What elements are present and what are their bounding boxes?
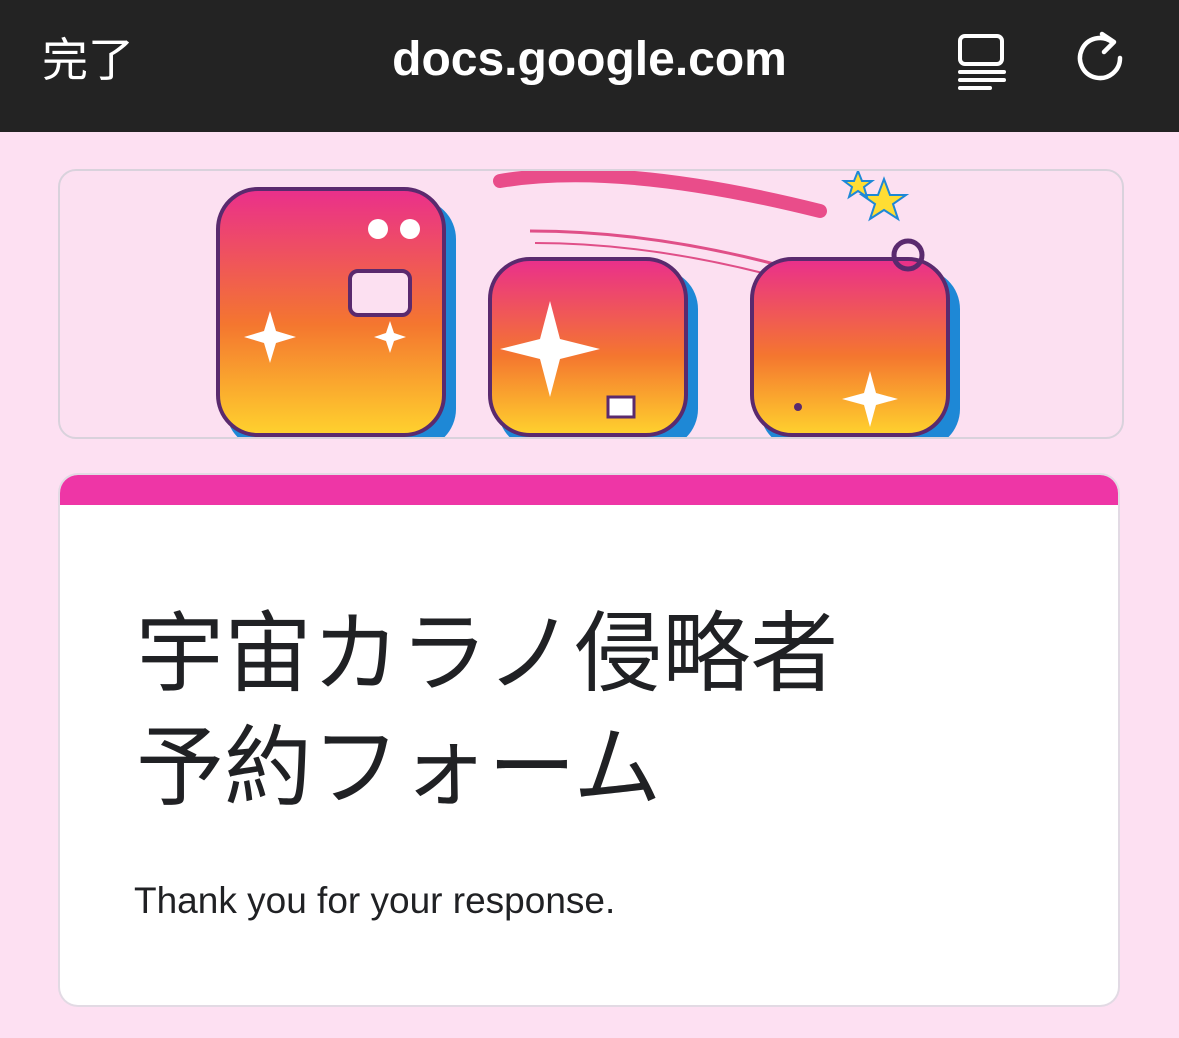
form-title: 宇宙カラノ侵略者 予約フォーム bbox=[136, 597, 1056, 825]
reader-view-icon[interactable] bbox=[950, 28, 1014, 92]
confirmation-message: Thank you for your response. bbox=[134, 880, 616, 921]
header-banner-image bbox=[58, 169, 1124, 439]
form-title-line2: 予約フォーム bbox=[136, 716, 662, 819]
form-title-line1: 宇宙カラノ侵略者 bbox=[136, 602, 839, 705]
form-card: 宇宙カラノ侵略者 予約フォーム Thank you for your respo… bbox=[60, 475, 1118, 1005]
card-accent-bar bbox=[60, 475, 1118, 505]
reload-icon[interactable] bbox=[1068, 28, 1132, 92]
browser-toolbar: 完了 docs.google.com bbox=[0, 0, 1179, 132]
